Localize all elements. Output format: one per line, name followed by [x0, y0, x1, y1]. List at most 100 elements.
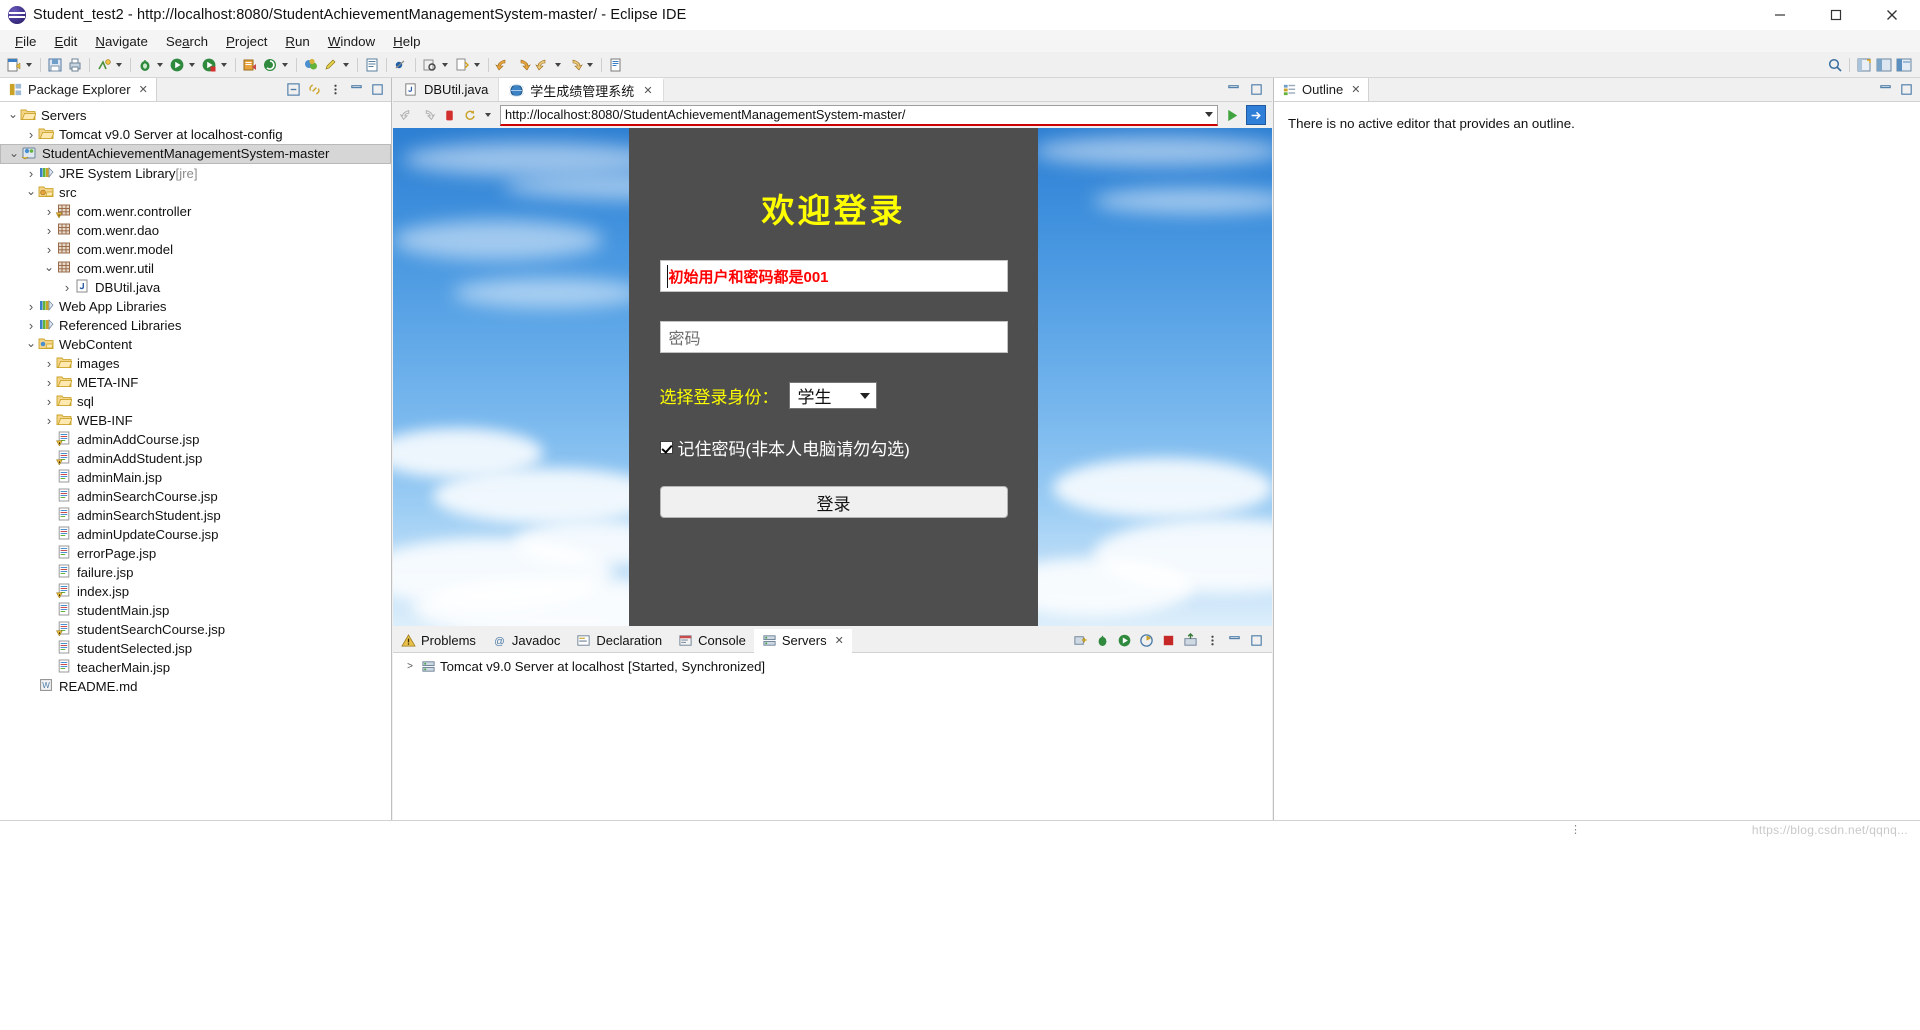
view-menu-icon[interactable]	[1205, 633, 1220, 648]
previous-edit-icon[interactable]	[533, 55, 553, 75]
edit-dropdown-icon[interactable]	[343, 62, 349, 67]
password-input[interactable]: 密码	[659, 321, 1008, 353]
tree-expander[interactable]: ⌄	[42, 260, 56, 274]
new-wizard-dropdown-icon[interactable]	[26, 62, 32, 67]
link-with-editor-icon[interactable]	[307, 82, 322, 97]
tree-item-adminsearchstudent.jsp[interactable]: adminSearchStudent.jsp	[0, 506, 391, 525]
package-explorer-tree[interactable]: ⌄ Servers › Tomcat v9.0 Server at localhost…	[0, 102, 391, 696]
run-dropdown-icon[interactable]	[189, 62, 195, 67]
bottom-tab-servers[interactable]: Servers ✕	[753, 628, 852, 653]
menu-edit[interactable]: Edit	[45, 32, 86, 51]
print-icon[interactable]	[65, 55, 85, 75]
search-dropdown-icon[interactable]	[442, 62, 448, 67]
tree-item-studentsearchcourse.jsp[interactable]: studentSearchCourse.jsp	[0, 620, 391, 639]
tree-item-teachermain.jsp[interactable]: teacherMain.jsp	[0, 658, 391, 677]
debug-icon[interactable]	[135, 55, 155, 75]
tab-outline[interactable]: Outline ✕	[1274, 78, 1370, 101]
editor-tab-browser-close-icon[interactable]: ✕	[643, 84, 652, 97]
tree-expander[interactable]: ›	[42, 204, 56, 219]
tree-item-adminmain.jsp[interactable]: adminMain.jsp	[0, 468, 391, 487]
new-wizard-icon[interactable]	[4, 55, 24, 75]
tree-expander[interactable]: ⌄	[24, 336, 38, 350]
tree-expander[interactable]: ›	[24, 166, 38, 181]
tree-item-webcontent[interactable]: ⌄ WebContent	[0, 335, 391, 354]
tree-item-tomcat-v9.0-server-at-localhost-config[interactable]: › Tomcat v9.0 Server at localhost-config	[0, 125, 391, 144]
outline-maximize-icon[interactable]	[1899, 82, 1914, 97]
stop-icon[interactable]	[441, 107, 457, 123]
maximize-button[interactable]	[1808, 0, 1864, 30]
back-icon[interactable]	[493, 55, 513, 75]
java-ee-perspective-icon[interactable]	[1894, 55, 1914, 75]
tree-expander[interactable]: ›	[42, 356, 56, 371]
editor-tab-dbutil[interactable]: DBUtil.java	[393, 78, 500, 101]
coverage-icon[interactable]	[199, 55, 219, 75]
next-annotation-icon[interactable]	[452, 55, 472, 75]
role-select[interactable]: 学生	[788, 382, 877, 409]
outline-minimize-icon[interactable]	[1878, 82, 1893, 97]
menu-help[interactable]: Help	[384, 32, 429, 51]
tree-expander[interactable]: ›	[24, 318, 38, 333]
menu-file[interactable]: File	[6, 32, 45, 51]
build-all-icon[interactable]	[94, 55, 114, 75]
editor-maximize-icon[interactable]	[1249, 82, 1264, 97]
publish-icon[interactable]	[1183, 633, 1198, 648]
open-external-browser-icon[interactable]	[1246, 105, 1266, 125]
last-edit-icon[interactable]	[565, 55, 585, 75]
forward-icon[interactable]	[513, 55, 533, 75]
tree-item-sql[interactable]: › sql	[0, 392, 391, 411]
login-button[interactable]: 登录	[659, 486, 1008, 518]
view-menu-icon[interactable]	[328, 82, 343, 97]
tree-expander[interactable]: ⌄	[6, 107, 20, 121]
skip-breakpoints-icon[interactable]	[391, 55, 411, 75]
package-explorer-tab-close-icon[interactable]: ✕	[139, 83, 148, 96]
toggle-block-selection-icon[interactable]	[362, 55, 382, 75]
username-input[interactable]: 初始用户和密码都是001	[659, 260, 1008, 292]
tree-item-src[interactable]: ⌄ src	[0, 183, 391, 202]
bottom-tab-console[interactable]: Console	[670, 629, 754, 653]
tree-expander[interactable]: ›	[24, 127, 38, 142]
menu-navigate[interactable]: Navigate	[86, 32, 157, 51]
bottom-tab-close-icon[interactable]: ✕	[835, 634, 844, 647]
tab-package-explorer[interactable]: Package Explorer ✕	[0, 78, 157, 101]
package-explorer-maximize-icon[interactable]	[370, 82, 385, 97]
tree-item-dbutil.java[interactable]: › DBUtil.java	[0, 278, 391, 297]
save-icon[interactable]	[45, 55, 65, 75]
minimize-icon[interactable]	[1227, 633, 1242, 648]
tree-item-meta-inf[interactable]: › META-INF	[0, 373, 391, 392]
close-button[interactable]	[1864, 0, 1920, 30]
tree-item-studentmain.jsp[interactable]: studentMain.jsp	[0, 601, 391, 620]
bottom-tab-javadoc[interactable]: @ Javadoc	[484, 629, 568, 653]
coverage-dropdown-icon[interactable]	[221, 62, 227, 67]
new-server-icon[interactable]	[1073, 633, 1088, 648]
java-perspective-icon[interactable]	[1874, 55, 1894, 75]
server-row[interactable]: > Tomcat v9.0 Server at localhost [Start…	[397, 657, 1272, 676]
quick-access-search-icon[interactable]	[1825, 55, 1845, 75]
tree-expander[interactable]: ›	[24, 299, 38, 314]
tree-item-failure.jsp[interactable]: failure.jsp	[0, 563, 391, 582]
tree-expander[interactable]: ⌄	[7, 146, 21, 160]
tree-item-com.wenr.controller[interactable]: › com.wenr.controller	[0, 202, 391, 221]
open-perspective-right-icon[interactable]	[1854, 55, 1874, 75]
tree-item-servers[interactable]: ⌄ Servers	[0, 106, 391, 125]
maximize-icon[interactable]	[1249, 633, 1264, 648]
remember-row[interactable]: 记住密码(非本人电脑请勿勾选)	[659, 435, 1008, 460]
tree-item-referenced-libraries[interactable]: › Referenced Libraries	[0, 316, 391, 335]
menu-run[interactable]: Run	[276, 32, 318, 51]
servers-list[interactable]: > Tomcat v9.0 Server at localhost [Start…	[393, 653, 1272, 676]
debug-dropdown-icon[interactable]	[157, 62, 163, 67]
tree-expander[interactable]: ›	[42, 375, 56, 390]
build-dropdown-icon[interactable]	[116, 62, 122, 67]
tree-item-images[interactable]: › images	[0, 354, 391, 373]
outline-tab-close-icon[interactable]: ✕	[1351, 83, 1360, 96]
tree-item-errorpage.jsp[interactable]: errorPage.jsp	[0, 544, 391, 563]
menu-project[interactable]: Project	[217, 32, 276, 51]
tree-item-studentselected.jsp[interactable]: studentSelected.jsp	[0, 639, 391, 658]
tree-item-com.wenr.model[interactable]: › com.wenr.model	[0, 240, 391, 259]
previous-edit-dropdown-icon[interactable]	[555, 62, 561, 67]
profile-server-icon[interactable]	[1139, 633, 1154, 648]
external-tools-dropdown-icon[interactable]	[282, 62, 288, 67]
editor-minimize-icon[interactable]	[1226, 82, 1241, 97]
tree-expander[interactable]: ⌄	[24, 184, 38, 198]
resize-handle-icon[interactable]: ⋮	[1570, 823, 1581, 836]
refresh-dropdown-icon[interactable]	[485, 113, 491, 117]
